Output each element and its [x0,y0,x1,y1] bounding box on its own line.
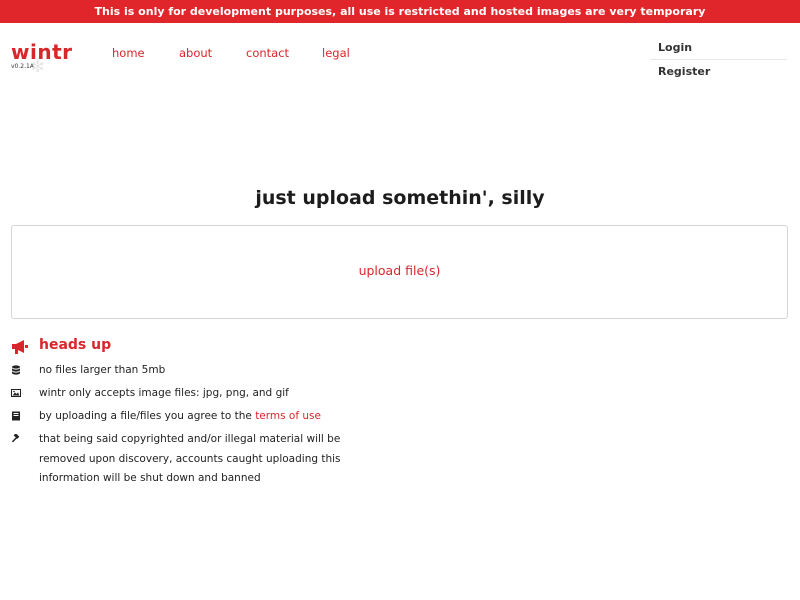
book-icon [12,411,20,421]
image-icon [11,389,21,397]
nav-contact[interactable]: contact [246,46,289,60]
dev-warning-banner: This is only for development purposes, a… [0,0,800,23]
list-item-text: wintr only accepts image files: jpg, png… [39,387,289,399]
list-item-text: by uploading a file/files you agree to t… [39,410,321,422]
database-icon [12,365,20,375]
upload-files-button[interactable]: upload file(s) [12,263,787,278]
nav-legal[interactable]: legal [322,46,350,60]
nav-home[interactable]: home [112,46,145,60]
logo[interactable]: wintr v0.2.1A ✻ [11,41,73,76]
gavel-icon [11,434,20,443]
register-link[interactable]: Register [650,60,787,84]
login-link[interactable]: Login [650,36,787,60]
heads-up-section: heads up no files larger than 5mb wintr … [11,337,391,484]
heads-up-heading: heads up [11,337,391,357]
heads-up-title: heads up [39,337,112,353]
page-headline: just upload somethin', silly [255,187,545,209]
snowflake-icon: ✻ [31,57,45,76]
megaphone-icon [12,340,28,354]
list-item-text: no files larger than 5mb [39,364,166,376]
list-item-text: that being said copyrighted and/or illeg… [39,433,341,484]
account-menu: Login Register [650,36,787,84]
terms-of-use-link[interactable]: terms of use [255,410,321,422]
nav-about[interactable]: about [179,46,212,60]
upload-dropzone[interactable]: upload file(s) [11,225,788,319]
